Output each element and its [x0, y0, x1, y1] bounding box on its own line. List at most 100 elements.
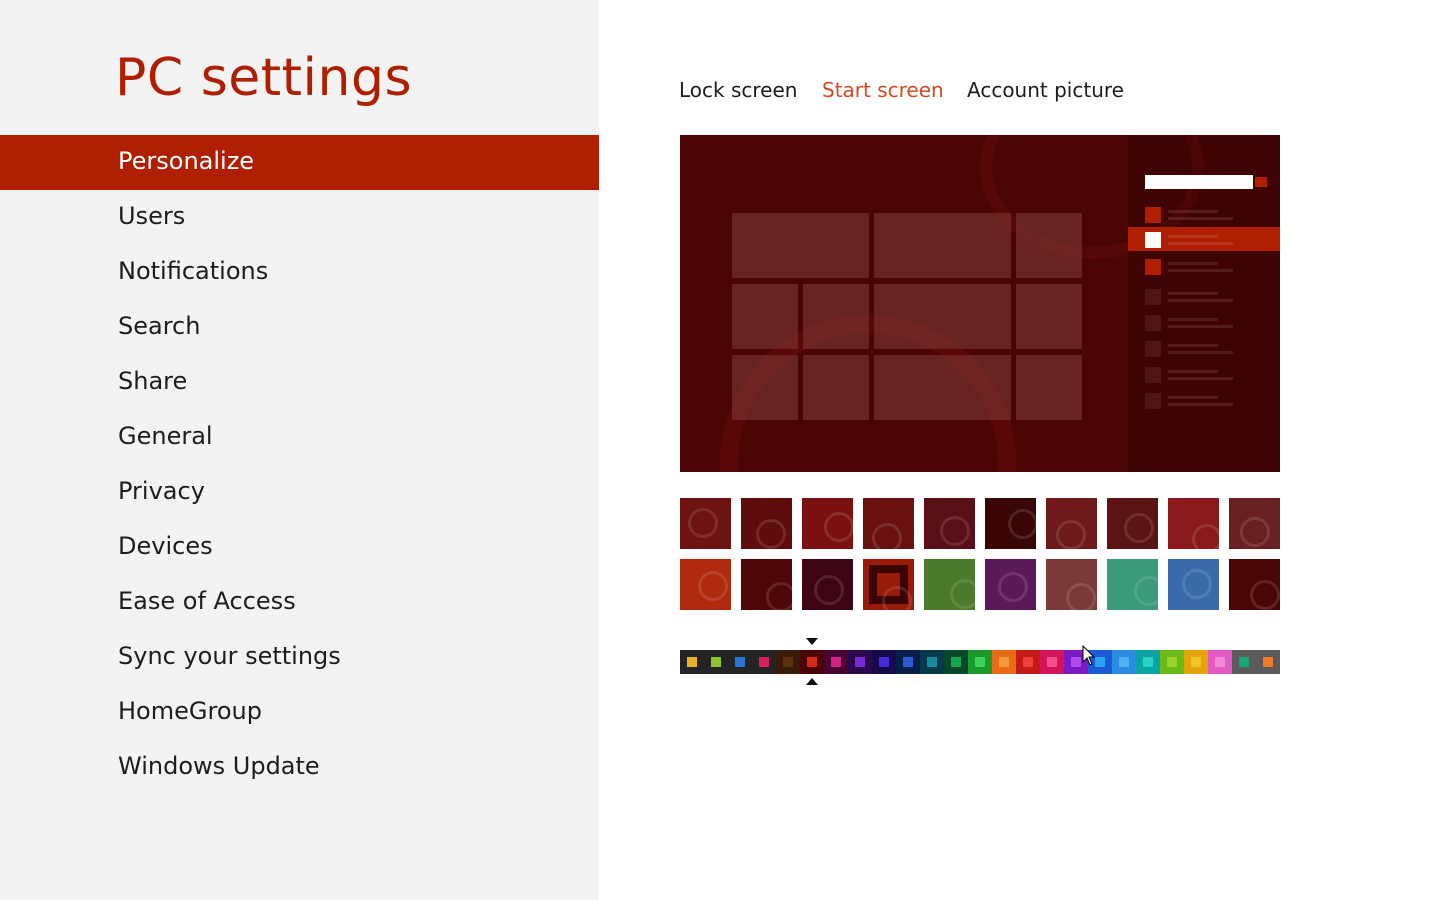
color-swatch-dot	[735, 657, 745, 667]
background-pattern-2[interactable]	[741, 498, 792, 549]
tab-lock-screen[interactable]: Lock screen	[679, 78, 797, 102]
color-swatch[interactable]	[824, 650, 848, 674]
background-pattern-1[interactable]	[680, 498, 731, 549]
background-pattern-grid	[680, 498, 1280, 610]
preview-tile	[874, 284, 1011, 349]
preview-search-pane	[1128, 135, 1280, 472]
color-swatch[interactable]	[1040, 650, 1064, 674]
color-swatch[interactable]	[1256, 650, 1280, 674]
color-swatch-dot	[759, 657, 769, 667]
pattern-decoration	[1008, 509, 1036, 539]
color-swatch[interactable]	[896, 650, 920, 674]
nav-item-users[interactable]: Users	[0, 190, 599, 245]
color-swatch-dot	[999, 657, 1009, 667]
preview-tile	[732, 355, 798, 420]
background-pattern-14[interactable]	[863, 559, 914, 610]
color-swatch-dot	[951, 657, 961, 667]
color-swatch-dot	[1143, 657, 1153, 667]
background-pattern-16[interactable]	[985, 559, 1036, 610]
tab-start-screen[interactable]: Start screen	[822, 78, 944, 102]
pattern-decoration	[872, 523, 902, 549]
color-swatch[interactable]	[752, 650, 776, 674]
nav-item-notifications[interactable]: Notifications	[0, 245, 599, 300]
preview-app-row	[1128, 284, 1280, 308]
preview-app-row	[1128, 227, 1280, 251]
color-swatch[interactable]	[1208, 650, 1232, 674]
navigation-pane: PC settings Personalize Users Notificati…	[0, 0, 599, 900]
color-swatch[interactable]	[776, 650, 800, 674]
color-swatch[interactable]	[944, 650, 968, 674]
color-swatch[interactable]	[1016, 650, 1040, 674]
color-swatch-dot	[975, 657, 985, 667]
background-pattern-3[interactable]	[802, 498, 853, 549]
nav-item-devices[interactable]: Devices	[0, 520, 599, 575]
background-pattern-7[interactable]	[1046, 498, 1097, 549]
color-swatch[interactable]	[1160, 650, 1184, 674]
background-pattern-18[interactable]	[1107, 559, 1158, 610]
color-swatch[interactable]	[1184, 650, 1208, 674]
background-pattern-12[interactable]	[741, 559, 792, 610]
preview-app-row	[1128, 310, 1280, 334]
color-swatch[interactable]	[1112, 650, 1136, 674]
color-swatch[interactable]	[968, 650, 992, 674]
color-swatch-dot	[1023, 657, 1033, 667]
color-swatch-dot	[927, 657, 937, 667]
color-swatch-dot	[687, 657, 697, 667]
preview-tile	[1016, 213, 1082, 278]
nav-item-ease-of-access[interactable]: Ease of Access	[0, 575, 599, 630]
background-pattern-20[interactable]	[1229, 559, 1280, 610]
pattern-decoration	[940, 516, 970, 546]
color-swatch-dot	[879, 657, 889, 667]
color-swatch[interactable]	[920, 650, 944, 674]
color-selector-bottom-arrow-icon	[806, 678, 818, 685]
color-swatch[interactable]	[800, 650, 824, 674]
background-pattern-8[interactable]	[1107, 498, 1158, 549]
background-pattern-10[interactable]	[1229, 498, 1280, 549]
nav-item-homegroup[interactable]: HomeGroup	[0, 685, 599, 740]
nav-item-general[interactable]: General	[0, 410, 599, 465]
preview-app-row	[1128, 362, 1280, 386]
color-swatch[interactable]	[1136, 650, 1160, 674]
page-title: PC settings	[115, 48, 413, 108]
color-swatch[interactable]	[848, 650, 872, 674]
preview-tile	[803, 355, 869, 420]
background-pattern-15[interactable]	[924, 559, 975, 610]
nav-item-personalize[interactable]: Personalize	[0, 135, 599, 190]
preview-tile	[732, 213, 869, 278]
pattern-decoration	[1182, 569, 1212, 599]
color-swatch-dot	[903, 657, 913, 667]
preview-app-row	[1128, 202, 1280, 226]
color-swatch[interactable]	[704, 650, 728, 674]
color-swatch[interactable]	[872, 650, 896, 674]
pattern-decoration	[950, 579, 975, 609]
background-pattern-19[interactable]	[1168, 559, 1219, 610]
background-pattern-9[interactable]	[1168, 498, 1219, 549]
pattern-decoration	[698, 571, 728, 601]
pattern-decoration	[756, 519, 786, 549]
nav-item-sync-settings[interactable]: Sync your settings	[0, 630, 599, 685]
color-swatch-dot	[1047, 657, 1057, 667]
background-pattern-11[interactable]	[680, 559, 731, 610]
background-pattern-13[interactable]	[802, 559, 853, 610]
color-swatch[interactable]	[728, 650, 752, 674]
tab-account-picture[interactable]: Account picture	[967, 78, 1124, 102]
preview-tile	[1016, 284, 1082, 349]
color-swatch-dot	[1191, 657, 1201, 667]
background-pattern-17[interactable]	[1046, 559, 1097, 610]
color-swatch[interactable]	[992, 650, 1016, 674]
color-swatch-dot	[807, 657, 817, 667]
color-swatch[interactable]	[1232, 650, 1256, 674]
nav-item-windows-update[interactable]: Windows Update	[0, 740, 599, 795]
color-swatch[interactable]	[680, 650, 704, 674]
background-pattern-6[interactable]	[985, 498, 1036, 549]
nav-item-privacy[interactable]: Privacy	[0, 465, 599, 520]
pattern-decoration	[1134, 576, 1158, 606]
background-pattern-4[interactable]	[863, 498, 914, 549]
nav-item-share[interactable]: Share	[0, 355, 599, 410]
nav-item-search[interactable]: Search	[0, 300, 599, 355]
pattern-decoration	[1192, 524, 1219, 549]
background-pattern-5[interactable]	[924, 498, 975, 549]
pattern-decoration	[814, 575, 844, 605]
color-slider[interactable]	[680, 650, 1280, 674]
color-swatch-dot	[1263, 657, 1273, 667]
